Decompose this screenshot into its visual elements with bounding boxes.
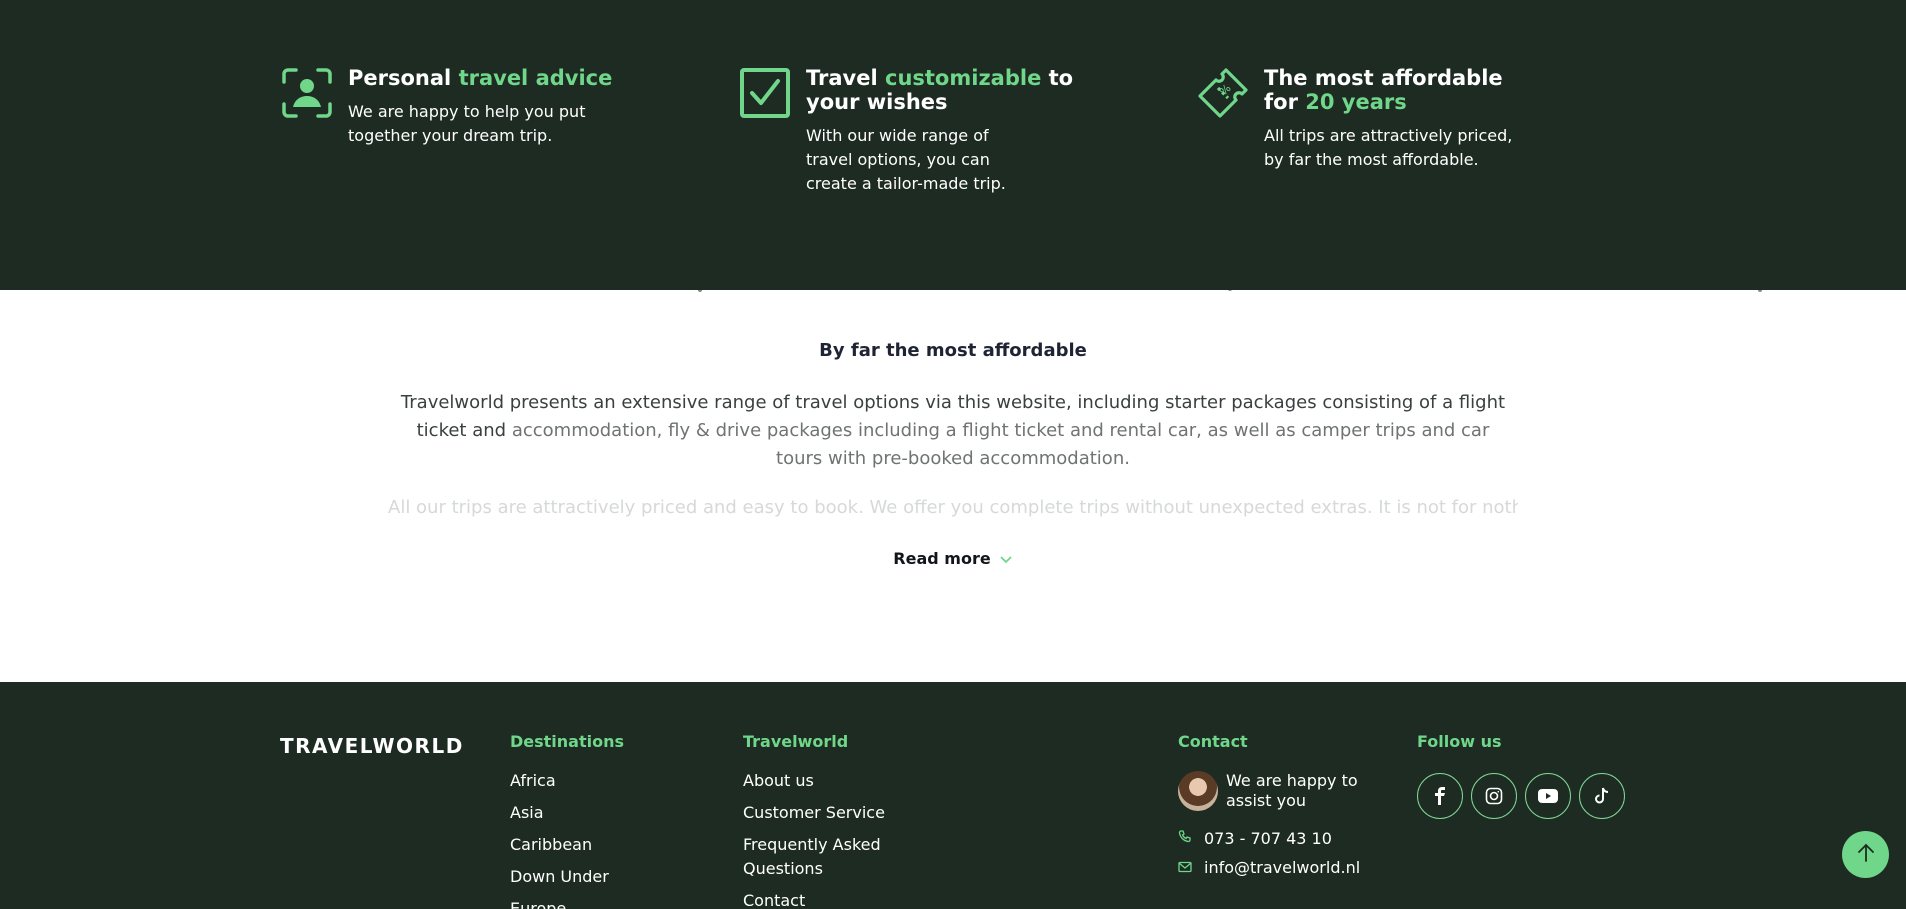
usp-most-affordable: % The most affordable for 20 years All t… — [1196, 66, 1556, 172]
user-focus-icon — [280, 66, 334, 120]
usp-text: With our wide range of travel options, y… — [806, 126, 1006, 193]
footer-heading: Destinations — [510, 732, 625, 751]
footer-link-customer-service[interactable]: Customer Service — [743, 801, 913, 825]
footer-contact: Contact We are happy to assist you 073 -… — [1178, 732, 1378, 877]
usp-title: The most affordable for 20 years — [1264, 66, 1503, 114]
footer-link-down-under[interactable]: Down Under — [510, 865, 624, 889]
usp-personal-advice: Personal travel advice We are happy to h… — [280, 66, 640, 148]
footer-heading: Follow us — [1417, 732, 1502, 751]
svg-text:%: % — [1217, 82, 1234, 99]
usp-text: All trips are attractively priced, by fa… — [1264, 126, 1513, 169]
arrow-up-icon — [1857, 843, 1875, 867]
torn-edge-divider — [0, 240, 1906, 292]
email-link[interactable]: info@travelworld.nl — [1178, 858, 1378, 877]
footer-link-about-us[interactable]: About us — [743, 769, 913, 793]
footer-link-faq[interactable]: Frequently Asked Questions — [743, 833, 913, 881]
usp-customizable: Travel customizable to your wishes With … — [738, 66, 1098, 196]
footer-logo[interactable]: TRAVELWORLD — [280, 734, 464, 758]
footer-link-africa[interactable]: Africa — [510, 769, 624, 793]
intro-heading: By far the most affordable — [819, 340, 1087, 361]
tiktok-icon[interactable] — [1579, 773, 1625, 819]
intro-paragraph: Travelworld presents an extensive range … — [400, 392, 1506, 469]
footer-link-caribbean[interactable]: Caribbean — [510, 833, 624, 857]
usp-title: Personal travel advice — [348, 66, 613, 90]
mail-icon — [1178, 858, 1192, 877]
phone-link[interactable]: 073 - 707 43 10 — [1178, 829, 1378, 848]
footer: TRAVELWORLD Destinations Africa Asia Car… — [0, 682, 1906, 909]
youtube-icon[interactable] — [1525, 773, 1571, 819]
instagram-icon[interactable] — [1471, 773, 1517, 819]
usp-text: We are happy to help you put together yo… — [348, 102, 586, 145]
phone-icon — [1178, 829, 1192, 848]
usp-title: Travel customizable to your wishes — [806, 66, 1074, 114]
footer-link-contact[interactable]: Contact — [743, 889, 913, 909]
footer-link-asia[interactable]: Asia — [510, 801, 624, 825]
assist-text: We are happy to assist you — [1226, 771, 1358, 810]
checkbox-icon — [738, 66, 792, 120]
footer-destinations: Destinations Africa Asia Caribbean Down … — [510, 732, 624, 909]
chevron-down-icon — [991, 549, 1013, 568]
avatar — [1178, 771, 1218, 811]
read-more-button[interactable]: Read more — [0, 549, 1906, 568]
scroll-to-top-button[interactable] — [1842, 831, 1889, 878]
intro-paragraph-faded: All our trips are attractively priced an… — [388, 497, 1518, 518]
footer-link-europe[interactable]: Europe — [510, 897, 624, 909]
footer-travelworld: Travelworld About us Customer Service Fr… — [743, 732, 913, 909]
footer-heading: Travelworld — [743, 732, 849, 751]
intro-section: By far the most affordable Travelworld p… — [0, 340, 1906, 522]
ticket-icon: % — [1196, 66, 1250, 120]
footer-follow: Follow us — [1417, 732, 1625, 819]
footer-heading: Contact — [1178, 732, 1248, 751]
facebook-icon[interactable] — [1417, 773, 1463, 819]
